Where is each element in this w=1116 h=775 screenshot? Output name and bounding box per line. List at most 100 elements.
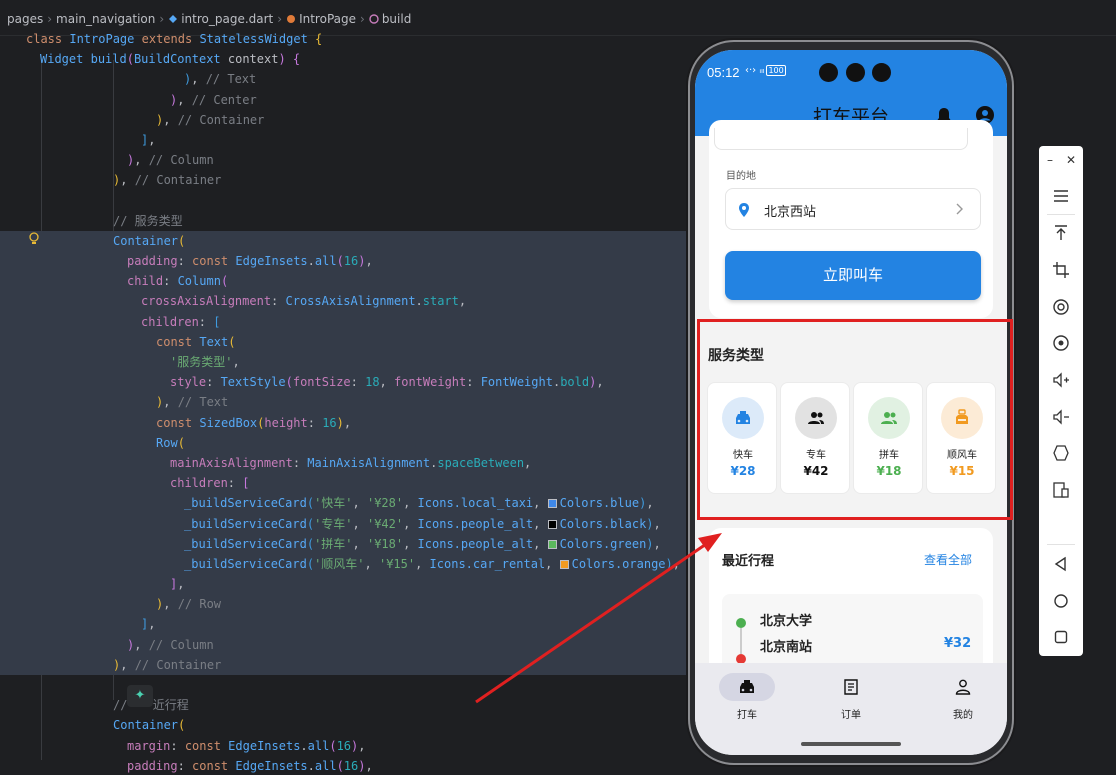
code-line-selected: child: Column( (0, 271, 700, 292)
code-line-selected: const SizedBox(height: 16), (0, 412, 700, 433)
code-line-selected: ], (0, 614, 700, 635)
breadcrumb-item-pages[interactable]: pages (7, 12, 43, 26)
code-line-selected: mainAxisAlignment: MainAxisAlignment.spa… (0, 452, 700, 474)
volume-up-icon[interactable] (1051, 370, 1071, 390)
code-line: // 近行程 (113, 698, 189, 713)
nav-item-orders[interactable]: 订单 (821, 673, 881, 723)
color-swatch (547, 499, 557, 509)
dart-file-icon (169, 15, 178, 23)
code-line: ), // Container (113, 173, 222, 188)
trip-origin: 北京大学 (760, 614, 813, 629)
breadcrumb-item-method[interactable]: build (382, 12, 412, 26)
rotate-icon[interactable] (1051, 443, 1071, 463)
color-swatch (547, 519, 557, 529)
emulator-toolbar: – ✕ (1039, 146, 1083, 656)
location-pin-icon (739, 203, 749, 217)
class-icon (287, 15, 296, 23)
code-line-selected: crossAxisAlignment: CrossAxisAlignment.s… (0, 291, 700, 312)
code-line-selected: _buildServiceCard('专车', '¥42', Icons.peo… (0, 513, 700, 534)
taxi-icon (740, 680, 754, 693)
recent-trips-title: 最近行程 (722, 554, 775, 569)
code-line-selected: ), // Column (0, 634, 700, 655)
ai-sparkle-icon[interactable]: ✦ (127, 685, 153, 707)
signal-icon: ‹·› ᵢₗₗ (745, 65, 765, 76)
code-line-selected: ), // Row (0, 594, 700, 615)
origin-field[interactable] (714, 128, 968, 150)
chevron-right-icon (956, 203, 963, 215)
battery-icon: 100 (766, 65, 786, 76)
back-icon[interactable] (1051, 554, 1071, 574)
code-line: class IntroPage extends StatelessWidget … (26, 32, 323, 46)
toolbar-divider (1047, 214, 1075, 215)
code-line: ], (141, 132, 156, 147)
person-icon (955, 679, 971, 695)
code-line: Container( (113, 718, 186, 733)
status-icons: ‹·› ᵢₗₗ 100 (745, 65, 786, 76)
nav-label: 打车 (737, 710, 757, 721)
method-icon (369, 14, 379, 24)
code-line-selected: ], (0, 574, 700, 595)
code-line-selected: children: [ (0, 311, 700, 332)
code-line: margin: const EdgeInsets.all(16), (127, 738, 366, 753)
breadcrumb-item-file[interactable]: intro_page.dart (181, 12, 273, 26)
origin-dot (736, 618, 746, 628)
screen-record-icon[interactable] (1051, 297, 1071, 317)
bottom-navigation: 打车 订单 我的 (695, 663, 1007, 755)
toolbar-divider (1047, 544, 1075, 545)
home-indicator[interactable] (801, 742, 901, 746)
nav-item-taxi[interactable]: 打车 (717, 673, 777, 723)
destination-label: 目的地 (726, 171, 756, 182)
route-line (740, 628, 742, 654)
annotation-highlight-box (697, 319, 1013, 520)
nav-item-profile[interactable]: 我的 (933, 673, 993, 723)
receipt-icon (844, 679, 858, 695)
overview-icon[interactable] (1051, 627, 1071, 647)
screenshot-icon[interactable] (1051, 333, 1071, 353)
color-swatch (547, 539, 557, 549)
camera-cutout (819, 63, 838, 82)
code-line: ), // Container (156, 112, 265, 127)
minimize-icon[interactable]: – (1047, 153, 1053, 167)
menu-icon[interactable] (1051, 186, 1071, 206)
code-line-selected: '服务类型', (0, 352, 700, 373)
close-icon[interactable]: ✕ (1066, 153, 1076, 167)
destination-field[interactable]: 北京西站 (725, 188, 981, 230)
code-line-selected: children: [ (0, 473, 700, 494)
trip-price: ¥32 (944, 636, 972, 651)
pin-top-icon[interactable] (1051, 223, 1071, 243)
status-bar: 05:12 ‹·› ᵢₗₗ 100 (695, 50, 1007, 94)
lightbulb-icon[interactable] (28, 232, 40, 246)
code-line-selected: _buildServiceCard('拼车', '¥18', Icons.peo… (0, 533, 700, 554)
call-car-button[interactable]: 立即叫车 (725, 251, 981, 300)
code-line: padding: const EdgeInsets.all(16), (127, 758, 373, 773)
code-line: ), // Center (170, 92, 257, 107)
code-line-selected: padding: const EdgeInsets.all(16), (0, 251, 700, 272)
crop-screenshot-icon[interactable] (1051, 260, 1071, 280)
camera-cutout (872, 63, 891, 82)
fold-device-icon[interactable] (1051, 480, 1071, 500)
breadcrumb-item-class[interactable]: IntroPage (299, 12, 356, 26)
code-line-selected: _buildServiceCard('快车', '¥28', Icons.loc… (0, 493, 700, 514)
nav-label: 我的 (953, 710, 973, 721)
code-line-selected: style: TextStyle(fontSize: 18, fontWeigh… (0, 372, 700, 393)
breadcrumb-item-main-navigation[interactable]: main_navigation (56, 12, 155, 26)
code-line: ), // Column (127, 153, 214, 168)
trip-item[interactable]: 北京大学 北京南站 ¥32 (722, 594, 983, 674)
code-lines[interactable]: class IntroPage extends StatelessWidget … (0, 29, 700, 775)
nav-label: 订单 (841, 710, 861, 721)
chevron-right-icon: › (277, 12, 283, 26)
code-line-selected: const Text( (0, 331, 700, 352)
volume-down-icon[interactable] (1051, 407, 1071, 427)
home-icon[interactable] (1051, 591, 1071, 611)
chevron-right-icon: › (159, 12, 165, 26)
code-line: ), // Text (184, 72, 257, 87)
chevron-right-icon: › (47, 12, 53, 26)
code-line: Widget build(BuildContext context) { (40, 52, 301, 67)
camera-cutout (846, 63, 865, 82)
code-line-selected: ), // Text (0, 392, 700, 413)
code-line-selected: _buildServiceCard('顺风车', '¥15', Icons.ca… (0, 553, 700, 575)
destination-value: 北京西站 (764, 205, 817, 220)
view-all-link[interactable]: 查看全部 (924, 551, 972, 568)
code-line-selected: Container( (0, 230, 700, 252)
